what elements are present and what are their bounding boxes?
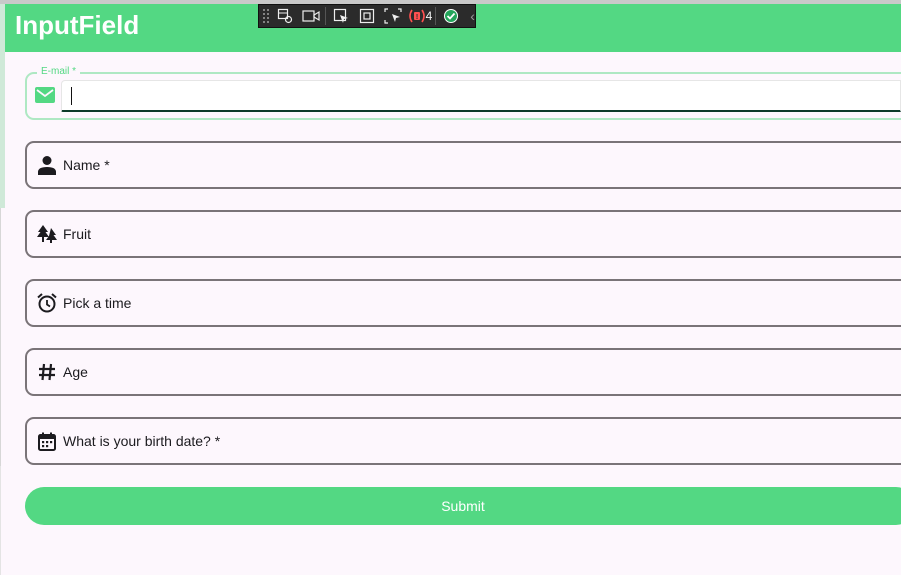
name-field-label: Name * <box>63 157 110 173</box>
envelope-icon <box>35 87 57 105</box>
left-edge-line-lower <box>0 466 1 575</box>
debug-toolbar: ! 4 ‹ <box>258 4 476 28</box>
email-input[interactable] <box>61 80 901 112</box>
email-field-label: E-mail * <box>37 65 81 79</box>
left-edge-line <box>0 208 1 466</box>
binding-failures-count: 4 <box>425 9 433 23</box>
time-field[interactable]: Pick a time <box>25 279 901 327</box>
fruit-field-label: Fruit <box>63 226 91 242</box>
birth-date-field[interactable]: What is your birth date? * <box>25 417 901 465</box>
submit-button[interactable]: Submit <box>25 487 901 525</box>
calendar-icon <box>36 430 58 452</box>
live-visual-tree-icon[interactable] <box>274 6 296 26</box>
select-element-icon[interactable] <box>330 6 352 26</box>
time-field-label: Pick a time <box>63 295 132 311</box>
display-layout-adorners-icon[interactable] <box>356 6 378 26</box>
toolbar-grip-handle[interactable] <box>262 8 270 24</box>
alarm-clock-icon <box>36 292 58 314</box>
forest-icon <box>36 223 58 245</box>
hash-icon <box>36 361 58 383</box>
binding-failures-icon[interactable]: ! 4 <box>408 6 433 26</box>
person-icon <box>36 154 58 176</box>
age-field[interactable]: Age <box>25 348 901 396</box>
birth-date-field-label: What is your birth date? * <box>63 433 221 449</box>
name-field[interactable]: Name * <box>25 141 901 189</box>
text-caret <box>71 87 72 105</box>
fruit-field[interactable]: Fruit <box>25 210 901 258</box>
page-title: InputField <box>15 10 140 40</box>
track-focused-element-icon[interactable] <box>382 6 404 26</box>
svg-text:!: ! <box>416 14 418 21</box>
video-record-icon[interactable] <box>300 6 322 26</box>
collapse-toolbar-chevron-icon[interactable]: ‹ <box>470 8 475 24</box>
age-field-label: Age <box>63 364 88 380</box>
submit-button-label: Submit <box>441 498 485 514</box>
hot-reload-status-icon[interactable] <box>440 6 462 26</box>
